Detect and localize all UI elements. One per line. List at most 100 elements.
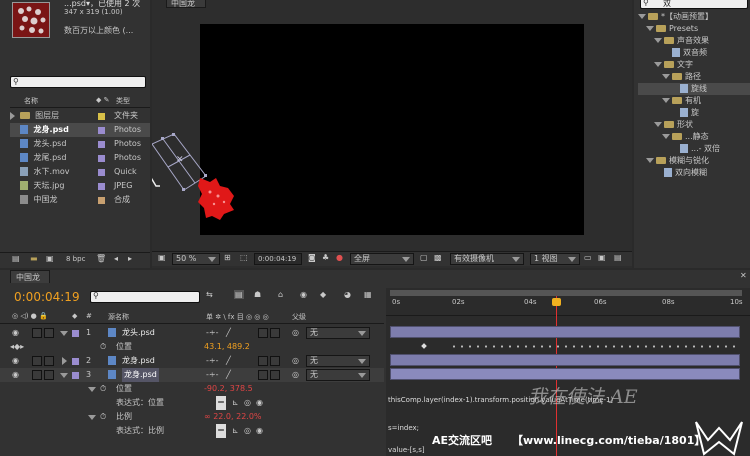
motion-blur-icon[interactable]: ◉ — [300, 290, 307, 299]
shy-switch-icon[interactable]: -∻- — [206, 368, 218, 382]
eye-icon[interactable]: ◉ — [12, 368, 19, 382]
stopwatch-icon[interactable]: ⏱ — [100, 410, 106, 424]
interpret-footage-icon[interactable]: ▤ — [12, 254, 20, 263]
project-item[interactable]: 图层层 文件夹 — [10, 109, 150, 123]
quality-switch-icon[interactable]: ╱ — [226, 354, 231, 368]
trash-icon[interactable]: 🗑 — [96, 254, 106, 263]
live-update-icon[interactable]: ▦ — [364, 290, 372, 299]
twirl-open-icon[interactable] — [88, 415, 96, 420]
scroll-left-icon[interactable]: ◂ — [114, 254, 118, 263]
layer-row[interactable]: ◉ 2 龙身.psd -∻- ╱ ◎ 无 — [0, 354, 384, 368]
keyframe-track[interactable] — [390, 340, 740, 352]
time-ruler[interactable]: 0s 02s 04s 06s 08s 10s — [386, 298, 750, 316]
timeline-tab[interactable]: 中国龙 — [10, 270, 50, 283]
effects-tree-item[interactable]: 模糊与锐化 — [638, 155, 750, 167]
timeline-search-input[interactable]: ⚲ — [90, 291, 200, 303]
effects-tree-item[interactable]: 形状 — [638, 119, 750, 131]
region-of-interest-icon[interactable]: ▢ — [420, 253, 428, 262]
snapshot-icon[interactable]: ◙ — [308, 253, 316, 262]
project-search-input[interactable]: ⚲ — [10, 76, 146, 88]
camera-dropdown[interactable]: 有效摄像机 — [450, 253, 524, 265]
layer-duration-bar[interactable] — [390, 354, 740, 366]
shy-switch-icon[interactable]: -∻- — [206, 326, 218, 340]
parent-dropdown[interactable]: 无 — [306, 327, 370, 339]
effects-tree-item[interactable]: ...静态 — [638, 131, 750, 143]
twirl-open-icon[interactable] — [88, 387, 96, 392]
effects-search-input[interactable]: ⚲ 双 — [640, 0, 748, 9]
twirl-open-icon[interactable] — [654, 38, 662, 43]
twirl-open-icon[interactable] — [646, 158, 654, 163]
expression-toggle-icon[interactable]: ＝ — [216, 424, 226, 438]
project-item[interactable]: 天坛.jpg JPEG — [10, 179, 150, 193]
effects-tree-item[interactable]: 有机 — [638, 95, 750, 107]
parent-dropdown[interactable]: 无 — [306, 369, 370, 381]
shy-switch-icon[interactable]: -∻- — [206, 354, 218, 368]
scroll-right-icon[interactable]: ▸ — [128, 254, 132, 263]
twirl-open-icon[interactable] — [60, 331, 68, 336]
layer-duration-bar[interactable] — [390, 326, 740, 338]
graph-editor-icon[interactable]: ◆ — [320, 290, 326, 299]
twirl-closed-icon[interactable] — [62, 357, 67, 365]
layer-row-selected[interactable]: ◉ 3 龙身.psd -∻- ╱ ◎ 无 — [0, 368, 384, 382]
col-name[interactable]: 名称 — [24, 96, 38, 106]
comp-mini-flowchart-icon[interactable]: ⇆ — [206, 290, 213, 299]
new-comp-icon[interactable]: ▣ — [46, 254, 54, 263]
hide-shy-layers-icon[interactable]: ☗ — [254, 290, 261, 299]
label-swatch[interactable] — [98, 169, 105, 176]
property-row-expression[interactable]: 表达式：位置 ＝ ⊾ ◎ ◉ — [0, 396, 384, 410]
new-folder-icon[interactable]: ▬ — [30, 254, 38, 263]
brainstorm-icon[interactable]: ◕ — [344, 290, 351, 299]
pickwhip-icon[interactable]: ◎ — [292, 354, 299, 368]
property-row-expression[interactable]: 表达式：比例 ＝ ⊾ ◎ ◉ — [0, 424, 384, 438]
effects-tree-item[interactable]: 声音效果 — [638, 35, 750, 47]
toggle-pixel-aspect-icon[interactable]: ▭ — [584, 253, 592, 262]
stopwatch-icon[interactable]: ⏱ — [100, 340, 106, 354]
mask-visibility-icon[interactable]: ⬚ — [240, 253, 248, 262]
pickwhip-icon[interactable]: ◎ — [244, 396, 251, 410]
col-type[interactable]: 类型 — [116, 96, 130, 106]
twirl-open-icon[interactable] — [638, 14, 646, 19]
quality-switch-icon[interactable]: ╱ — [226, 326, 231, 340]
twirl-open-icon[interactable] — [662, 74, 670, 79]
effects-tree-item[interactable]: 旋 — [638, 107, 750, 119]
panel-close-icon[interactable]: ✕ — [740, 271, 747, 280]
twirl-open-icon[interactable] — [60, 373, 68, 378]
label-swatch[interactable] — [98, 197, 105, 204]
effects-tree-item[interactable]: 文字 — [638, 59, 750, 71]
label-swatch[interactable] — [98, 113, 105, 120]
always-preview-icon[interactable]: ▣ — [158, 253, 166, 262]
frame-blending-icon[interactable]: ⌂ — [278, 290, 283, 299]
position-value[interactable]: 43.1, 489.2 — [204, 340, 250, 354]
quality-switch-icon[interactable]: ╱ — [226, 368, 231, 382]
label-swatch[interactable] — [98, 141, 105, 148]
project-item-selected[interactable]: 龙身.psd Photos — [10, 123, 150, 137]
zoom-dropdown[interactable]: 50 % — [172, 253, 220, 265]
comp-tab[interactable]: 中国龙 — [166, 0, 206, 8]
effects-tree-item[interactable]: 旋线 — [638, 83, 750, 95]
eye-icon[interactable]: ◉ — [12, 354, 19, 368]
language-menu-icon[interactable]: ◉ — [256, 424, 263, 438]
col-source-name[interactable]: 源名称 — [108, 312, 129, 322]
effects-tree-item[interactable]: ...- 双倍 — [638, 143, 750, 155]
parent-dropdown[interactable]: 无 — [306, 355, 370, 367]
twirl-open-icon[interactable] — [654, 122, 662, 127]
property-row-position[interactable]: ⏱ 位置 -90.2, 378.5 — [0, 382, 384, 396]
views-dropdown[interactable]: 1 视图 — [530, 253, 580, 265]
expression-toggle-icon[interactable]: ＝ — [216, 396, 226, 410]
position-value[interactable]: -90.2, 378.5 — [204, 382, 253, 396]
graph-icon[interactable]: ⊾ — [232, 396, 239, 410]
pickwhip-icon[interactable]: ◎ — [244, 424, 251, 438]
keyframe-nav-icon[interactable]: ◂◆▸ — [10, 340, 24, 354]
twirl-open-icon[interactable] — [646, 26, 654, 31]
current-time-field[interactable]: 0:00:04:19 — [254, 253, 302, 265]
twirl-open-icon[interactable] — [662, 98, 670, 103]
effects-tree-item[interactable]: 双音频 — [638, 47, 750, 59]
effects-tree-item[interactable]: *【动画预置】 — [638, 11, 750, 23]
language-menu-icon[interactable]: ◉ — [256, 396, 263, 410]
transparency-grid-icon[interactable]: ▩ — [434, 253, 442, 262]
project-item[interactable]: 中国龙 合成 — [10, 193, 150, 207]
layer-duration-bar[interactable] — [390, 368, 740, 380]
effects-tree-item[interactable]: 双向模糊 — [638, 167, 750, 179]
property-row-position[interactable]: ◂◆▸ ⏱ 位置 43.1, 489.2 — [0, 340, 384, 354]
draft-3d-icon[interactable]: ▤ — [234, 290, 244, 299]
